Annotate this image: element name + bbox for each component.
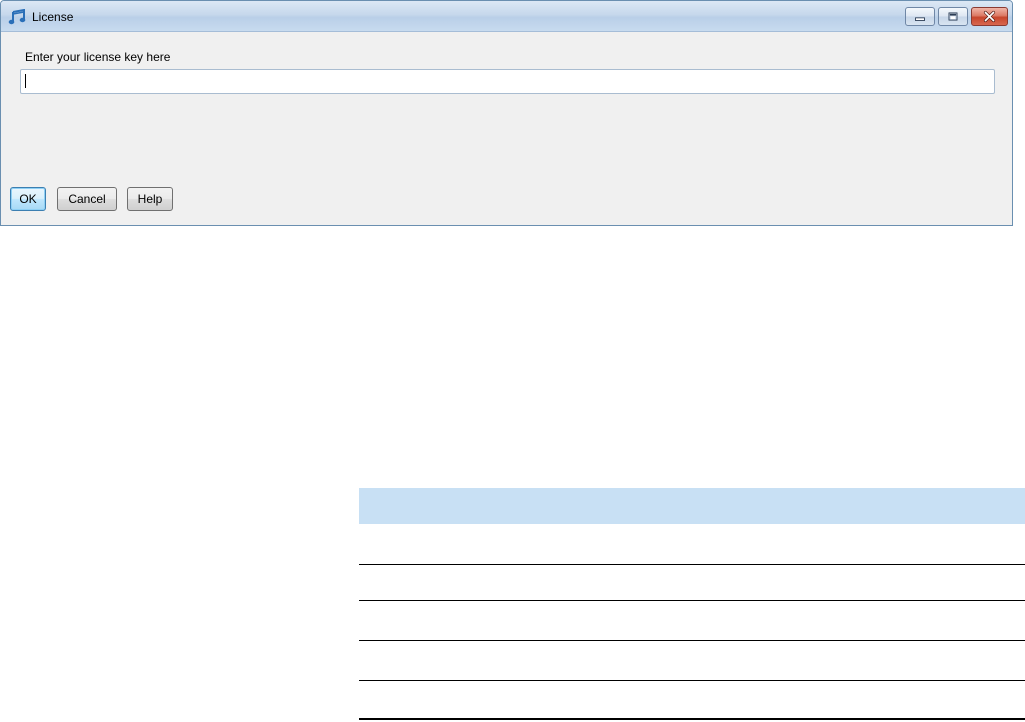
license-key-label: Enter your license key here [25, 50, 171, 64]
cancel-button[interactable]: Cancel [57, 187, 117, 211]
text-caret [25, 74, 26, 88]
close-button[interactable] [971, 7, 1008, 26]
background-table [359, 488, 1025, 720]
caption-buttons [905, 7, 1008, 27]
table-bottom-border [359, 718, 1025, 720]
license-key-input[interactable] [20, 69, 995, 94]
close-icon [983, 10, 996, 23]
restore-button[interactable] [938, 7, 968, 26]
music-note-icon [8, 8, 26, 25]
table-row-divider [359, 680, 1025, 681]
window-title: License [32, 10, 74, 24]
minimize-icon [915, 17, 925, 21]
restore-icon [948, 12, 958, 21]
table-header [359, 488, 1025, 524]
table-row-divider [359, 640, 1025, 641]
title-bar[interactable]: License [1, 1, 1012, 32]
minimize-button[interactable] [905, 7, 935, 26]
table-row-divider [359, 600, 1025, 601]
license-dialog: License Enter your license key here OK C… [0, 0, 1013, 226]
ok-button[interactable]: OK [10, 187, 46, 211]
table-row-divider [359, 564, 1025, 565]
help-button[interactable]: Help [127, 187, 173, 211]
